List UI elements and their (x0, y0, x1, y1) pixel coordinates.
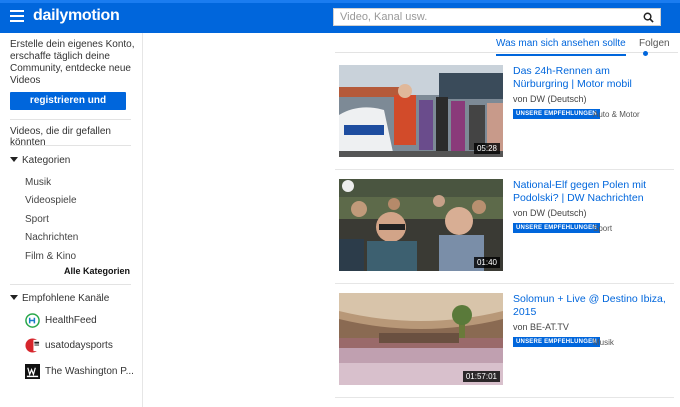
video-card: 05:28 Das 24h-Rennen am Nürburgring | Mo… (335, 65, 674, 170)
video-duration: 01:40 (473, 257, 500, 268)
video-channel[interactable]: von DW (Deutsch) (513, 94, 587, 104)
video-category[interactable]: Sport (593, 224, 612, 233)
video-title[interactable]: Das 24h-Rennen am Nürburgring | Motor mo… (513, 65, 668, 91)
category-sport[interactable]: Sport (25, 214, 49, 225)
caret-down-icon (10, 157, 18, 162)
card-divider (335, 397, 674, 398)
channel-name: usatodaysports (45, 340, 113, 351)
notification-dot-icon (643, 51, 648, 56)
card-divider (335, 283, 674, 284)
card-divider (335, 169, 674, 170)
sidebar: Erstelle dein eigenes Konto, erschaffe t… (0, 33, 143, 407)
category-musik[interactable]: Musik (25, 177, 51, 188)
category-videospiele[interactable]: Videospiele (25, 195, 77, 206)
washington-post-logo-icon (25, 364, 40, 379)
category-nachrichten[interactable]: Nachrichten (25, 232, 78, 243)
dailymotion-logo[interactable]: dailymotion (33, 7, 120, 25)
healthfeed-logo-icon (25, 313, 40, 328)
video-duration: 05:28 (473, 143, 500, 154)
video-thumbnail[interactable]: 05:28 (339, 65, 503, 157)
video-channel[interactable]: von BE-AT.TV (513, 322, 569, 332)
signup-intro-text: Erstelle dein eigenes Konto, erschaffe t… (10, 39, 135, 86)
category-film-kino[interactable]: Film & Kino (25, 251, 76, 262)
usatoday-logo-icon (25, 338, 40, 353)
divider (10, 119, 131, 120)
channel-name: HealthFeed (45, 315, 97, 326)
hamburger-menu-icon[interactable] (10, 10, 24, 22)
divider (10, 284, 131, 285)
recommendation-badge: UNSERE EMPFEHLUNGEN (513, 109, 600, 119)
channel-name: The Washington P... (45, 366, 134, 377)
video-card: 01:57:01 Solomun + Live @ Destino Ibiza,… (335, 293, 674, 398)
search-input[interactable] (334, 9, 634, 25)
search-box[interactable] (333, 8, 661, 26)
top-bar: dailymotion (0, 0, 680, 33)
tab-following-label: Folgen (639, 38, 670, 49)
video-title[interactable]: Solomun + Live @ Destino Ibiza, 2015 (513, 293, 668, 319)
recommendation-badge: UNSERE EMPFEHLUNGEN (513, 223, 600, 233)
video-thumbnail[interactable]: 01:57:01 (339, 293, 503, 385)
video-category[interactable]: Musik (593, 338, 614, 347)
signup-button[interactable]: registrieren und anmelden (10, 92, 126, 124)
video-category[interactable]: Auto & Motor (593, 110, 640, 119)
video-thumbnail[interactable]: 01:40 (339, 179, 503, 271)
video-title[interactable]: National-Elf gegen Polen mit Podolski? |… (513, 179, 668, 205)
search-icon[interactable] (643, 12, 654, 23)
channels-toggle[interactable]: Empfohlene Kanäle (10, 293, 109, 304)
all-categories-link[interactable]: Alle Kategorien (64, 266, 130, 276)
divider (10, 145, 131, 146)
channels-title: Empfohlene Kanäle (22, 293, 110, 304)
video-card: 01:40 National-Elf gegen Polen mit Podol… (335, 179, 674, 284)
tab-recommended[interactable]: Was man sich ansehen sollte (496, 38, 626, 56)
recommendation-badge: UNSERE EMPFEHLUNGEN (513, 337, 600, 347)
video-channel[interactable]: von DW (Deutsch) (513, 208, 587, 218)
tab-following[interactable]: Folgen (639, 38, 678, 60)
feed-tabs: Was man sich ansehen sollte Folgen (335, 33, 678, 56)
caret-down-icon (10, 295, 18, 300)
video-duration: 01:57:01 (462, 371, 500, 382)
top-bar-edge (0, 0, 680, 3)
categories-toggle[interactable]: Kategorien (10, 155, 70, 166)
categories-title: Kategorien (22, 155, 71, 166)
